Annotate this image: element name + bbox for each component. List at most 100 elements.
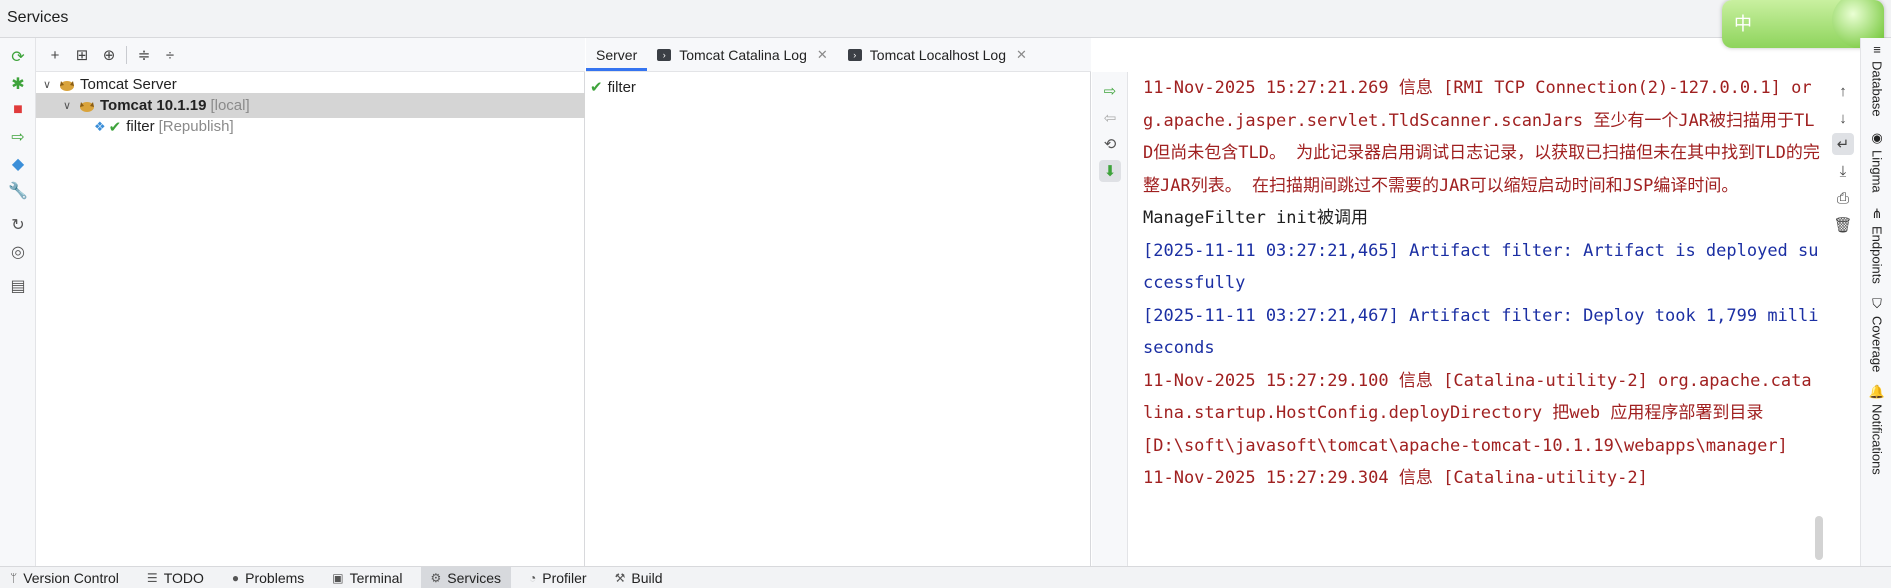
collapse-all-icon[interactable]: ÷ — [159, 44, 181, 66]
tree-node-artifact[interactable]: ❖ ✔ filter [Republish] — [36, 114, 585, 139]
deployment-item[interactable]: ✔ filter — [590, 76, 636, 98]
bottom-tab-label: Profiler — [542, 569, 587, 586]
services-tree-panel: + ⊞ ⊕ ≑ ÷ ∨ Tomcat Server ∨ Tomcat 10.1.… — [36, 38, 585, 566]
expand-all-icon[interactable]: ≑ — [133, 44, 155, 66]
bottom-tab-build[interactable]: ⚒ Build — [605, 567, 673, 588]
soft-wrap-icon[interactable]: ↵ — [1832, 133, 1854, 155]
console-output[interactable]: 11-Nov-2025 15:27:21.269 信息 [RMI TCP Con… — [1128, 72, 1821, 566]
bottom-tab-profiler[interactable]: ◔ Profiler — [519, 567, 597, 588]
tomcat-icon — [60, 80, 74, 91]
scroll-to-end-icon[interactable]: ⤓ — [1832, 160, 1854, 182]
inspect-icon[interactable]: ◎ — [7, 241, 29, 263]
database-icon: ≡ — [1873, 42, 1881, 57]
artifact-icon: ❖ — [94, 118, 106, 134]
checkmark-icon: ✔ — [590, 79, 603, 96]
chevron-down-icon[interactable]: ∨ — [60, 99, 74, 112]
console-scrollbar[interactable] — [1815, 516, 1823, 560]
debug-icon[interactable]: ✱ — [7, 73, 29, 95]
group-icon[interactable]: ⊞ — [71, 44, 93, 66]
layout-icon[interactable]: ▤ — [7, 275, 29, 297]
log-line: 11-Nov-2025 15:27:21.269 信息 [RMI TCP Con… — [1143, 78, 1820, 196]
rail-label: Notifications — [1869, 404, 1885, 475]
bottom-tab-problems[interactable]: ● Problems — [222, 567, 314, 588]
bottom-tab-todo[interactable]: ☰ TODO — [137, 567, 214, 588]
bottom-tab-services[interactable]: ⚙ Services — [420, 566, 511, 588]
detail-panel — [586, 38, 1091, 566]
tab-server[interactable]: Server — [586, 38, 648, 71]
print-icon[interactable]: ⎙ — [1832, 187, 1854, 209]
tree-toolbar: + ⊞ ⊕ ≑ ÷ — [36, 38, 585, 72]
arrow-down-icon[interactable]: ↓ — [1832, 107, 1854, 129]
refresh-icon[interactable]: ↻ — [7, 214, 29, 236]
endpoints-icon: ⋔ — [1871, 206, 1883, 221]
profiler-icon: ◔ — [528, 570, 537, 585]
bottom-tab-label: Services — [447, 569, 501, 586]
services-left-toolbar: ⟳ ✱ ■ ⇨ ◆ 🔧 ↻ ◎ ▤ — [0, 38, 36, 566]
rail-label: Coverage — [1869, 316, 1885, 373]
tab-catalina-log[interactable]: › Tomcat Catalina Log ✕ — [647, 38, 838, 71]
rail-endpoints[interactable]: ⋔ Endpoints — [1866, 206, 1888, 284]
bottom-tab-label: Terminal — [349, 569, 403, 586]
bottom-tool-bar: ᛘ Version Control ☰ TODO ● Problems ▣ Te… — [0, 566, 1891, 588]
right-tool-rail: ≡ Database ◉ Lingma ⋔ Endpoints ⛉ Covera… — [1860, 38, 1891, 566]
window-title: Services — [7, 9, 69, 26]
shield-icon: ⛉ — [1872, 296, 1882, 311]
branch-icon: ᛘ — [10, 570, 18, 585]
undeploy-icon[interactable]: ⇦ — [1099, 107, 1121, 129]
tree-label: filter — [126, 118, 155, 135]
bottom-tab-label: Problems — [245, 569, 305, 586]
toolbar-divider — [126, 46, 127, 64]
tree-label: Tomcat 10.1.19 — [100, 97, 207, 114]
bottom-tab-label: Version Control — [23, 569, 119, 586]
checkmark-icon: ✔ — [108, 118, 122, 136]
artifact-icon[interactable]: ◆ — [7, 153, 29, 175]
arrow-up-icon[interactable]: ↑ — [1832, 80, 1854, 102]
deployment-label: filter — [607, 78, 636, 96]
add-icon[interactable]: + — [44, 44, 66, 66]
trash-icon[interactable]: 🗑 — [1832, 214, 1854, 236]
tab-label: Server — [596, 46, 638, 63]
rail-label: Endpoints — [1869, 226, 1885, 284]
tab-localhost-log[interactable]: › Tomcat Localhost Log ✕ — [838, 38, 1037, 71]
rail-lingma[interactable]: ◉ Lingma — [1866, 130, 1888, 193]
bottom-tab-terminal[interactable]: ▣ Terminal — [322, 567, 412, 588]
lingma-icon: ◉ — [1871, 130, 1883, 145]
bottom-tab-label: TODO — [163, 569, 204, 586]
rerun-icon[interactable]: ⟳ — [7, 46, 29, 68]
refresh-icon[interactable]: ⟲ — [1099, 133, 1121, 155]
new-group-icon[interactable]: ⊕ — [98, 44, 120, 66]
bottom-tab-version-control[interactable]: ᛘ Version Control — [0, 567, 129, 588]
log-line: ManageFilter init被调用 — [1143, 208, 1368, 228]
tree-label: Tomcat Server — [80, 76, 177, 93]
tab-label: Tomcat Localhost Log — [869, 46, 1006, 63]
tree-label-suffix: [local] — [210, 97, 250, 114]
update-icon[interactable]: ⬇ — [1099, 160, 1121, 182]
log-icon: › — [847, 48, 862, 61]
deploy-icon[interactable]: ⇨ — [1099, 80, 1121, 102]
rail-database[interactable]: ≡ Database — [1866, 42, 1888, 117]
log-icon: › — [657, 48, 672, 61]
rail-label: Database — [1869, 61, 1885, 117]
rail-coverage[interactable]: ⛉ Coverage — [1866, 296, 1888, 372]
chevron-down-icon[interactable]: ∨ — [40, 78, 54, 91]
detail-tabs: Server › Tomcat Catalina Log ✕ › Tomcat … — [586, 38, 1091, 72]
list-icon: ☰ — [146, 570, 158, 585]
warning-icon: ● — [231, 570, 240, 585]
close-icon[interactable]: ✕ — [1016, 47, 1027, 63]
deploy-icon[interactable]: ⇨ — [7, 126, 29, 148]
ime-text: 中 — [1734, 14, 1754, 35]
log-line: [2025-11-11 03:27:21,467] Artifact filte… — [1143, 305, 1819, 359]
bottom-tab-label: Build — [631, 569, 663, 586]
rail-label: Lingma — [1869, 150, 1885, 193]
close-icon[interactable]: ✕ — [817, 47, 828, 63]
title-bar: Services 中 — [0, 0, 1891, 48]
log-line: 11-Nov-2025 15:27:29.100 信息 [Catalina-ut… — [1143, 370, 1812, 456]
stop-icon[interactable]: ■ — [7, 99, 29, 121]
log-line: [2025-11-11 03:27:21,465] Artifact filte… — [1143, 240, 1819, 294]
rail-notifications[interactable]: 🔔 Notifications — [1866, 384, 1888, 475]
tomcat-icon — [80, 101, 94, 112]
wrench-icon[interactable]: 🔧 — [7, 180, 29, 202]
terminal-icon: ▣ — [332, 570, 344, 585]
tab-label: Tomcat Catalina Log — [679, 46, 807, 63]
services-icon: ⚙ — [430, 570, 442, 585]
